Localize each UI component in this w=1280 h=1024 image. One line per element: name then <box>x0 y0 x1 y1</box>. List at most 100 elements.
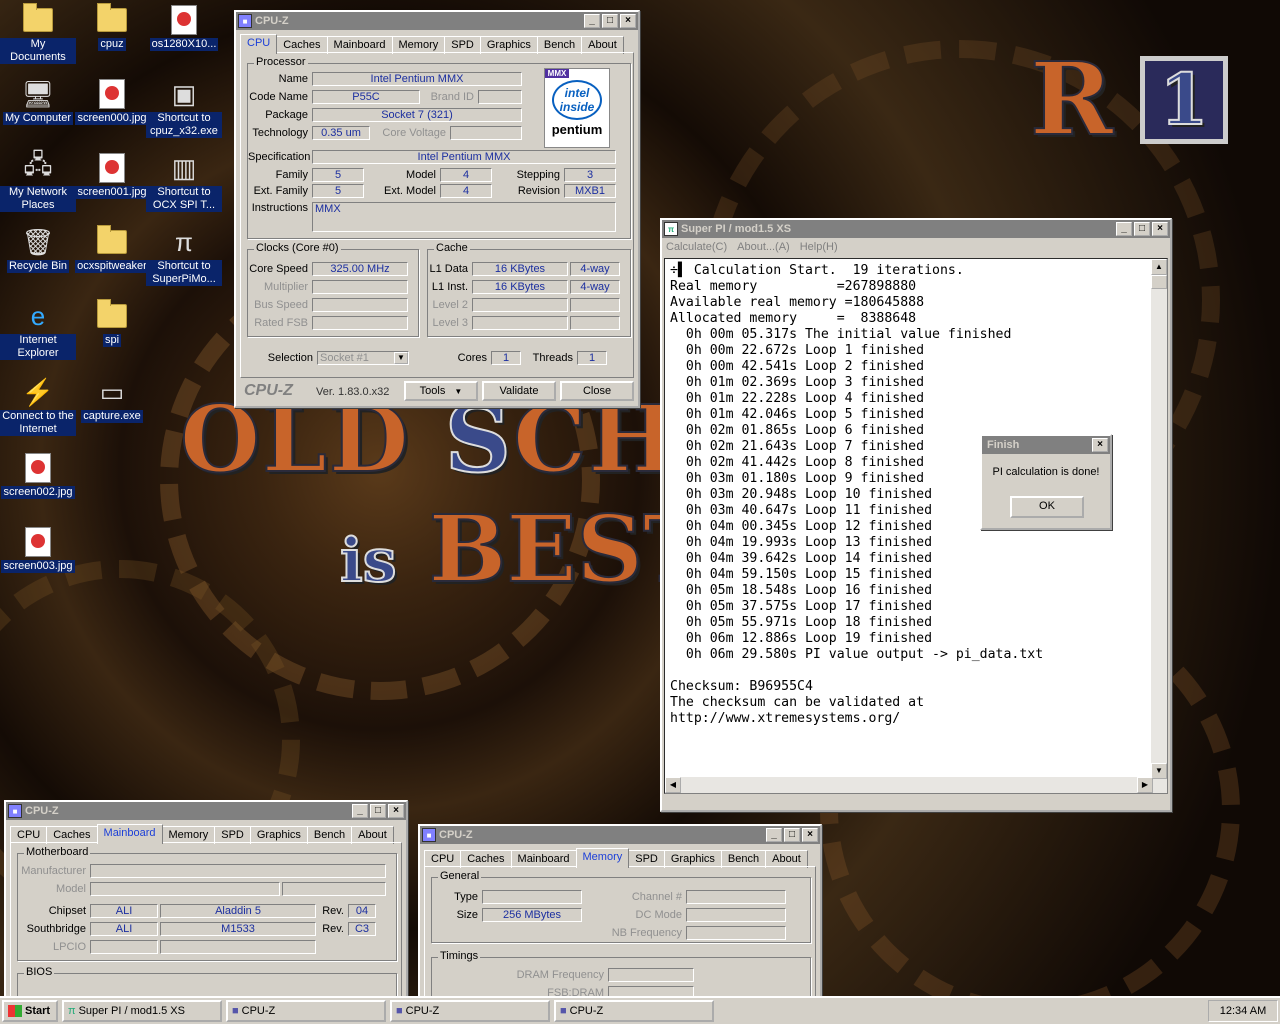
folder-icon <box>95 299 129 332</box>
wallpaper-logo-is-best: is BEST <box>339 494 712 604</box>
menu-bar: Calculate(C) About...(A) Help(H) <box>662 238 1170 256</box>
scroll-left-arrow-icon[interactable]: ◀ <box>665 777 681 793</box>
desktop-icon[interactable]: ocxspitweaker <box>74 225 150 273</box>
corespeed-label: Core Speed <box>249 263 308 275</box>
output-line: 0h 05m 55.971s Loop 18 finished <box>670 615 933 630</box>
memory-tab-panel: General Type Channel # Size 256 MBytes DC M… <box>424 866 816 998</box>
multiplier-label: Multiplier <box>263 281 308 293</box>
desktop-icon[interactable]: spi <box>74 299 150 347</box>
minimize-button[interactable]: _ <box>766 828 782 842</box>
version-text: Ver. 1.83.0.x32 <box>316 386 390 398</box>
desktop-icon[interactable]: ▣ Shortcut to cpuz_x32.exe <box>146 78 222 138</box>
close-button[interactable]: × <box>388 804 404 818</box>
vertical-scrollbar[interactable]: ▲ ▼ <box>1151 259 1167 793</box>
title-bar[interactable]: ■ CPU-Z _ □ × <box>420 826 820 844</box>
instructions-value: MMX <box>312 202 616 232</box>
desktop-icon[interactable]: 🖧 My Network Places <box>0 149 76 212</box>
taskbar-item-cpuz-1[interactable]: ■ CPU-Z <box>226 1000 386 1022</box>
tools-button[interactable]: Tools ▼ <box>404 381 478 401</box>
desktop-icon[interactable]: ▭ capture.exe <box>74 376 150 423</box>
maximize-button[interactable]: □ <box>602 14 618 28</box>
maximize-button[interactable]: □ <box>370 804 386 818</box>
validate-button[interactable]: Validate <box>482 381 556 401</box>
desktop-icon-label: os1280X10... <box>149 38 219 51</box>
maximize-button[interactable]: □ <box>1134 222 1150 236</box>
tab-cpu[interactable]: CPU <box>240 34 278 54</box>
close-button[interactable]: × <box>620 14 636 28</box>
desktop-icon[interactable]: cpuz <box>74 3 150 51</box>
clocks-group: Clocks (Core #0) Core Speed 325.00 MHz Mu… <box>247 242 419 337</box>
desktop-icon[interactable]: screen000.jpg <box>74 78 150 125</box>
desktop-icon[interactable]: π Shortcut to SuperPiMo... <box>146 226 222 286</box>
desktop-icon[interactable]: 🗑 Recycle Bin <box>0 226 76 273</box>
clock[interactable]: 12:34 AM <box>1220 1005 1266 1017</box>
minimize-button[interactable]: _ <box>352 804 368 818</box>
menu-help[interactable]: Help(H) <box>800 241 838 253</box>
taskbar-item-cpuz-3[interactable]: ■ CPU-Z <box>554 1000 714 1022</box>
title-bar[interactable]: ■ CPU-Z _ □ × <box>6 802 406 820</box>
taskbar-item-label: CPU-Z <box>569 1005 604 1017</box>
menu-calculate[interactable]: Calculate(C) <box>666 241 727 253</box>
desktop-icon[interactable]: e Internet Explorer <box>0 300 76 360</box>
tab-memory[interactable]: Memory <box>575 848 630 868</box>
close-window-button[interactable]: Close <box>560 381 634 401</box>
timings-group: Timings DRAM Frequency FSB:DRAM <box>431 950 811 998</box>
technology-label: Technology <box>252 127 308 139</box>
group-label: Clocks (Core #0) <box>254 242 341 254</box>
cpu-tab-panel: Processor Name Intel Pentium MMX Code Nam… <box>240 52 634 378</box>
close-button[interactable]: × <box>1092 438 1108 452</box>
maximize-button[interactable]: □ <box>784 828 800 842</box>
close-button[interactable]: × <box>1152 222 1168 236</box>
taskbar-item-label: CPU-Z <box>405 1005 440 1017</box>
start-button[interactable]: Start <box>2 1000 58 1022</box>
internet-explorer-icon: e <box>30 300 46 331</box>
desktop-icon[interactable]: screen002.jpg <box>0 452 76 499</box>
selection-dropdown[interactable]: Socket #1 ▼ <box>317 351 409 365</box>
title-bar[interactable]: π Super PI / mod1.5 XS _ □ × <box>662 220 1170 238</box>
minimize-button[interactable]: _ <box>1116 222 1132 236</box>
scroll-right-arrow-icon[interactable]: ▶ <box>1137 777 1153 793</box>
ok-button[interactable]: OK <box>1010 496 1084 518</box>
minimize-button[interactable]: _ <box>584 14 600 28</box>
output-line: Checksum: B96955C4 <box>670 679 813 694</box>
desktop-icon[interactable]: os1280X10... <box>146 4 222 51</box>
taskbar-item-superpi[interactable]: π Super PI / mod1.5 XS <box>62 1000 222 1022</box>
title-bar[interactable]: ■ CPU-Z _ □ × <box>236 12 638 30</box>
extfamily-value: 5 <box>312 184 364 198</box>
scroll-down-arrow-icon[interactable]: ▼ <box>1151 763 1167 779</box>
jpg-file-icon <box>21 526 55 558</box>
output-line: 0h 01m 02.369s Loop 3 finished <box>670 375 925 390</box>
taskbar-item-cpuz-2[interactable]: ■ CPU-Z <box>390 1000 550 1022</box>
scroll-up-arrow-icon[interactable]: ▲ <box>1151 259 1167 275</box>
desktop-icon[interactable]: screen003.jpg <box>0 526 76 573</box>
menu-about[interactable]: About...(A) <box>737 241 790 253</box>
tab-mainboard[interactable]: Mainboard <box>96 824 163 844</box>
model-label: Model <box>56 883 86 895</box>
desktop-icon-label: Recycle Bin <box>6 260 70 273</box>
wallpaper-logo-r: R <box>1029 39 1114 159</box>
desktop-icon[interactable]: screen001.jpg <box>74 152 150 199</box>
recycle-bin-icon: 🗑 <box>21 226 55 257</box>
size-value: 256 MBytes <box>482 908 582 922</box>
size-label: Size <box>456 909 478 921</box>
wallpaper-logo-1: 1 <box>1140 56 1228 144</box>
desktop-icon[interactable]: 🖥 My Computer <box>0 78 76 125</box>
close-button[interactable]: × <box>802 828 818 842</box>
window-title: Super PI / mod1.5 XS <box>681 223 792 235</box>
corespeed-value: 325.00 MHz <box>312 262 408 276</box>
scroll-thumb[interactable] <box>1151 275 1167 289</box>
horizontal-scrollbar[interactable]: ◀ ▶ <box>665 777 1153 793</box>
output-line: 0h 05m 37.575s Loop 17 finished <box>670 599 933 614</box>
level3-value <box>472 316 568 330</box>
desktop-icon[interactable]: ▥ Shortcut to OCX SPI T... <box>146 152 222 212</box>
ratedfsb-label: Rated FSB <box>254 317 308 329</box>
name-label: Name <box>278 73 308 85</box>
lpcio-vendor-value <box>90 940 158 954</box>
dcmode-label: DC Mode <box>635 909 682 921</box>
package-value: Socket 7 (321) <box>312 108 522 122</box>
chevron-down-icon: ▼ <box>394 352 408 364</box>
title-bar[interactable]: Finish × <box>982 436 1110 454</box>
folder-icon <box>95 225 129 258</box>
desktop-icon[interactable]: My Documents <box>0 3 76 64</box>
desktop-icon[interactable]: ⚡ Connect to the Internet <box>0 376 76 436</box>
